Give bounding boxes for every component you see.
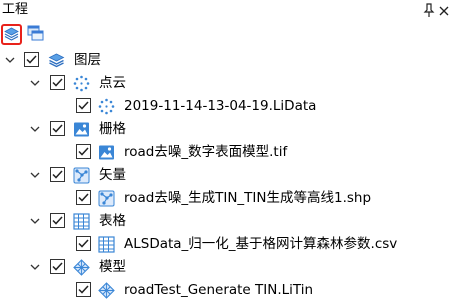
tree-item-vector-file[interactable]: road去噪_生成TIN_TIN生成等高线1.shp (0, 187, 450, 210)
vector-icon (73, 167, 90, 184)
windows-view-button[interactable] (26, 24, 47, 45)
group-label: 矢量 (99, 167, 126, 183)
chevron-down-icon[interactable] (30, 262, 40, 272)
group-checkbox[interactable] (50, 75, 65, 90)
tree-group-vector[interactable]: 矢量 (0, 164, 450, 187)
tree-group-model[interactable]: 模型 (0, 256, 450, 279)
tree-group-point-cloud[interactable]: 点云 (0, 72, 450, 95)
item-checkbox[interactable] (76, 190, 91, 205)
group-label: 点云 (99, 75, 126, 91)
panel-title: 工程 (2, 2, 29, 17)
chevron-down-icon[interactable] (30, 170, 40, 180)
layers-icon (48, 52, 65, 69)
layers-icon (4, 27, 19, 42)
point-cloud-icon (73, 75, 90, 92)
item-label: 2019-11-14-13-04-19.LiData (124, 98, 317, 114)
close-icon[interactable] (437, 2, 450, 18)
group-checkbox[interactable] (50, 213, 65, 228)
item-checkbox[interactable] (76, 98, 91, 113)
item-label: roadTest_Generate TIN.LiTin (124, 282, 314, 298)
item-checkbox[interactable] (76, 144, 91, 159)
model-icon (73, 259, 90, 276)
tree-item-point-cloud-file[interactable]: 2019-11-14-13-04-19.LiData (0, 95, 450, 118)
group-checkbox[interactable] (50, 121, 65, 136)
tree-group-raster[interactable]: 栅格 (0, 118, 450, 141)
chevron-down-icon[interactable] (30, 124, 40, 134)
layers-view-button[interactable] (1, 24, 22, 45)
tree-root-layers[interactable]: 图层 (0, 49, 450, 72)
tree-item-raster-file[interactable]: road去噪_数字表面模型.tif (0, 141, 450, 164)
raster-icon (73, 121, 90, 138)
chevron-down-icon[interactable] (30, 78, 40, 88)
tree-item-table-file[interactable]: ALSData_归一化_基于格网计算森林参数.csv (0, 233, 450, 256)
model-icon (98, 282, 115, 299)
item-label: ALSData_归一化_基于格网计算森林参数.csv (124, 236, 398, 252)
table-icon (73, 213, 90, 230)
table-icon (98, 236, 115, 253)
tree-group-table[interactable]: 表格 (0, 210, 450, 233)
root-checkbox[interactable] (24, 52, 39, 67)
root-label: 图层 (74, 52, 101, 68)
chevron-down-icon[interactable] (30, 216, 40, 226)
pin-icon[interactable] (422, 2, 436, 18)
windows-icon (27, 25, 44, 41)
group-checkbox[interactable] (50, 259, 65, 274)
point-cloud-icon (98, 98, 115, 115)
group-label: 栅格 (99, 121, 126, 137)
group-label: 表格 (99, 213, 126, 229)
vector-icon (98, 190, 115, 207)
group-checkbox[interactable] (50, 167, 65, 182)
item-checkbox[interactable] (76, 282, 91, 297)
panel-toolbar (0, 22, 450, 48)
tree-item-model-file[interactable]: roadTest_Generate TIN.LiTin (0, 279, 450, 302)
item-label: road去噪_生成TIN_TIN生成等高线1.shp (124, 190, 372, 206)
panel-titlebar: 工程 (0, 0, 450, 22)
item-label: road去噪_数字表面模型.tif (124, 144, 288, 160)
raster-icon (98, 144, 115, 161)
item-checkbox[interactable] (76, 236, 91, 251)
group-label: 模型 (99, 259, 126, 275)
chevron-down-icon[interactable] (5, 55, 15, 65)
